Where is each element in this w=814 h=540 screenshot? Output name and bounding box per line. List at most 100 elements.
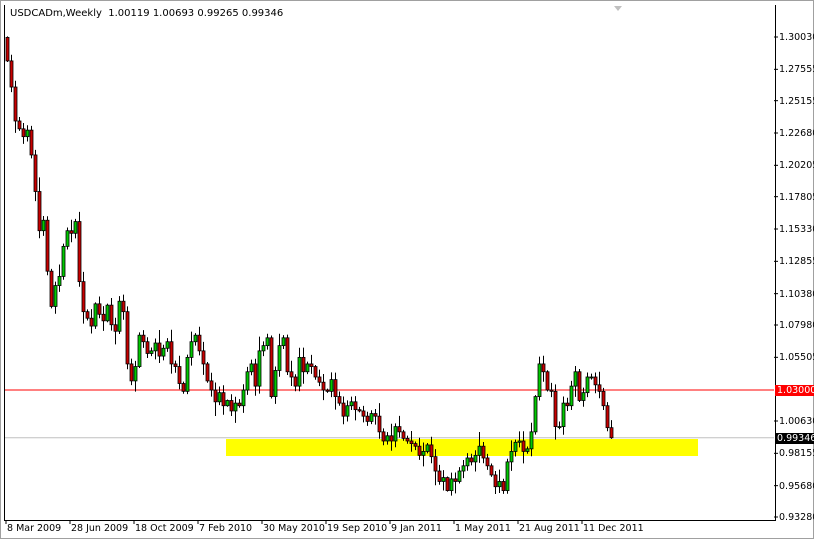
bull-candle (505, 461, 510, 492)
bull-candle (165, 341, 170, 349)
bear-candle (141, 334, 146, 343)
bull-candle (329, 379, 334, 392)
bull-candle (509, 451, 514, 463)
bear-candle (237, 402, 242, 407)
bull-candle (257, 350, 262, 387)
bull-candle (345, 405, 350, 417)
bull-candle (465, 457, 470, 467)
bull-candle (281, 337, 286, 347)
bear-candle (325, 389, 330, 392)
bull-candle (513, 441, 518, 452)
bull-candle (537, 363, 542, 397)
bull-candle (589, 376, 594, 379)
bull-candle (573, 371, 578, 387)
date-label: 18 Oct 2009 (135, 523, 194, 534)
bear-candle (293, 376, 298, 387)
price-label: 1.07980 (779, 320, 814, 331)
bear-candle (45, 219, 50, 272)
bear-candle (209, 380, 214, 391)
bear-candle (125, 311, 130, 365)
bear-candle (417, 445, 422, 456)
bear-candle (357, 409, 362, 412)
bear-candle (433, 456, 438, 472)
chart-shift-marker-icon (614, 6, 622, 11)
bull-candle (137, 334, 142, 367)
bear-candle (169, 341, 174, 365)
bear-candle (49, 270, 54, 307)
bear-candle (253, 363, 258, 387)
bear-candle (17, 120, 22, 130)
price-label: 1.15330 (779, 224, 814, 235)
bear-candle (201, 350, 206, 365)
price-label: 1.27555 (779, 64, 814, 76)
bear-candle (453, 478, 458, 482)
bull-candle (557, 426, 562, 429)
date-label: 30 May 2010 (263, 523, 325, 534)
bear-candle (401, 431, 406, 439)
chart-window[interactable]: USDCADm,Weekly 1.00119 1.00693 0.99265 0… (0, 0, 814, 539)
support-zone (226, 439, 698, 457)
bear-candle (445, 477, 450, 492)
bear-candle (353, 401, 358, 411)
bull-candle (473, 454, 478, 463)
bear-candle (97, 303, 102, 315)
bull-candle (57, 276, 62, 286)
bull-candle (105, 304, 110, 322)
bear-candle (29, 129, 34, 156)
bull-candle (369, 413, 374, 422)
price-label: 1.22680 (779, 128, 814, 139)
bull-candle (193, 334, 198, 343)
bear-candle (229, 400, 234, 412)
bear-candle (469, 457, 474, 463)
bear-candle (129, 363, 134, 382)
bull-candle (457, 470, 462, 482)
bull-candle (265, 337, 270, 347)
bull-candle (61, 245, 66, 277)
bear-candle (609, 427, 614, 439)
bear-candle (177, 366, 182, 384)
bear-candle (157, 342, 162, 357)
bear-candle (113, 324, 118, 332)
bull-candle (249, 363, 254, 373)
bear-candle (145, 341, 150, 354)
bull-candle (581, 392, 586, 401)
bear-candle (173, 363, 178, 367)
price-label: 0.98155 (779, 448, 814, 460)
bear-candle (381, 431, 386, 442)
bull-candle (349, 401, 354, 407)
bull-candle (441, 477, 446, 482)
price-label: 1.17805 (779, 191, 814, 203)
bull-candle (517, 440, 522, 443)
bear-candle (489, 465, 494, 476)
bear-candle (109, 304, 114, 326)
price-label: 1.00630 (779, 416, 814, 427)
bull-candle (245, 371, 250, 391)
bear-candle (181, 383, 186, 392)
bear-candle (397, 426, 402, 433)
bear-candle (89, 317, 94, 327)
price-label: 0.95680 (779, 480, 814, 492)
date-label: 1 May 2011 (455, 523, 511, 534)
bull-candle (425, 444, 430, 452)
candlestick-chart (5, 6, 778, 524)
level-price-badge: 1.03000 (775, 385, 814, 397)
date-label: 21 Aug 2011 (519, 523, 580, 534)
bear-candle (437, 470, 442, 482)
bull-candle (261, 345, 266, 352)
bull-candle (273, 370, 278, 397)
bear-candle (597, 384, 602, 392)
price-label: 1.10380 (779, 288, 814, 300)
bear-candle (69, 230, 74, 234)
bull-candle (585, 376, 590, 394)
bear-candle (77, 221, 82, 283)
bull-candle (133, 366, 138, 382)
bull-candle (533, 396, 538, 433)
bull-candle (153, 342, 158, 352)
bull-candle (297, 356, 302, 387)
bear-candle (373, 413, 378, 417)
bear-candle (565, 402, 570, 407)
bear-candle (301, 356, 306, 373)
bear-candle (333, 379, 338, 397)
bear-candle (285, 337, 290, 373)
bear-candle (213, 389, 218, 403)
